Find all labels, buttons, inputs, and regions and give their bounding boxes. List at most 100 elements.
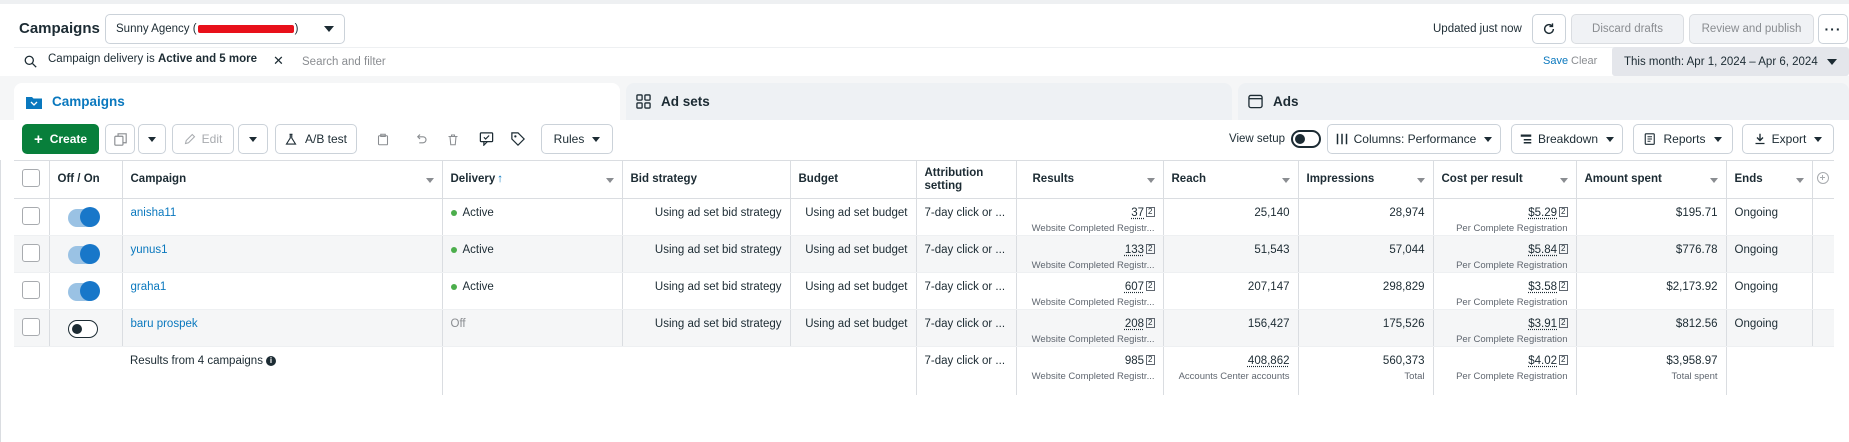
cpr-value[interactable]: $3.91: [1528, 318, 1557, 330]
columns-button[interactable]: Columns: Performance: [1327, 124, 1501, 154]
campaign-name-link[interactable]: baru prospek: [131, 318, 198, 330]
tab-ad-sets[interactable]: Ad sets: [626, 83, 1232, 120]
header-bid-strategy[interactable]: Bid strategy: [622, 160, 791, 199]
more-options-button[interactable]: ···: [1818, 14, 1848, 44]
breakdown-button[interactable]: Breakdown: [1511, 124, 1623, 154]
create-label: Create: [49, 132, 88, 146]
campaign-name-link[interactable]: anisha11: [131, 207, 177, 219]
delete-button[interactable]: [441, 124, 465, 154]
summary-reach-value[interactable]: 408,862: [1248, 355, 1290, 367]
header-impressions[interactable]: Impressions: [1298, 160, 1434, 199]
chevron-down-icon: [324, 26, 334, 32]
results-value[interactable]: 607: [1125, 281, 1144, 293]
search-filter-input[interactable]: [302, 53, 902, 71]
header-reach[interactable]: Reach: [1163, 160, 1299, 199]
bid-strategy-cell: Using ad set bid strategy: [622, 309, 791, 347]
sort-ascending-icon: ↑: [497, 173, 504, 185]
budget-cell: Using ad set budget: [790, 309, 917, 347]
ab-test-button[interactable]: A/B test: [275, 124, 357, 154]
delete-draft-button[interactable]: [371, 124, 395, 154]
filter-chip[interactable]: Campaign delivery is Active and 5 more: [48, 53, 257, 65]
undo-button[interactable]: [409, 124, 433, 154]
duplicate-button[interactable]: [105, 124, 135, 154]
ad-account-selector[interactable]: Sunny Agency ( ): [105, 14, 345, 44]
updated-status: Updated just now: [1433, 23, 1522, 35]
results-value[interactable]: 133: [1125, 244, 1144, 256]
date-range-picker[interactable]: This month: Apr 1, 2024 – Apr 6, 2024: [1612, 47, 1849, 76]
header-campaign[interactable]: Campaign: [122, 160, 443, 199]
header-ends[interactable]: Ends: [1726, 160, 1813, 199]
trash-icon: [448, 133, 458, 145]
summary-cpr-value[interactable]: $4.02: [1528, 355, 1557, 367]
duplicate-dropdown-button[interactable]: [138, 124, 166, 154]
export-button[interactable]: Export: [1742, 124, 1834, 154]
table-row[interactable]: yunus1 Active Using ad set bid strategy …: [14, 235, 1834, 273]
save-filter-link[interactable]: Save: [1543, 55, 1568, 67]
summary-cpr-subtext: Per Complete Registration: [1456, 371, 1568, 382]
chevron-down-icon: [1281, 178, 1290, 183]
columns-label: Columns: Performance: [1353, 132, 1477, 146]
row-toggle-cell: [49, 235, 123, 273]
campaign-name-link[interactable]: graha1: [131, 281, 167, 293]
header-results[interactable]: Results: [1016, 160, 1164, 199]
export-label: Export: [1771, 132, 1807, 146]
chevron-down-icon: [425, 178, 434, 183]
campaign-toggle[interactable]: [67, 207, 100, 227]
campaign-name-link[interactable]: yunus1: [131, 244, 168, 256]
select-all-cell: [14, 160, 50, 199]
header-amount-spent[interactable]: Amount spent: [1576, 160, 1727, 199]
header-budget[interactable]: Budget: [790, 160, 917, 199]
table-body: anisha11 Active Using ad set bid strateg…: [14, 198, 1834, 395]
campaign-toggle[interactable]: [67, 320, 98, 338]
preview-button[interactable]: [473, 124, 499, 154]
add-column-icon[interactable]: [1816, 171, 1829, 184]
rules-label: Rules: [553, 132, 585, 146]
results-value[interactable]: 37: [1131, 207, 1144, 219]
redacted-account-id: [197, 25, 294, 33]
row-checkbox[interactable]: [22, 281, 40, 299]
chevron-down-icon: [1709, 178, 1718, 183]
cpr-value[interactable]: $3.58: [1528, 281, 1557, 293]
refresh-button[interactable]: [1532, 14, 1566, 44]
header-delivery[interactable]: Delivery ↑: [442, 160, 623, 199]
info-icon[interactable]: i: [265, 355, 276, 366]
reports-button[interactable]: Reports: [1633, 124, 1733, 154]
row-toggle-cell: [49, 198, 123, 236]
campaign-name-cell: yunus1: [122, 235, 443, 273]
campaign-toggle[interactable]: [67, 281, 100, 301]
table-row[interactable]: graha1 Active Using ad set bid strategy …: [14, 272, 1834, 310]
tab-ads[interactable]: Ads: [1238, 83, 1849, 120]
view-setup-toggle[interactable]: [1291, 130, 1321, 148]
row-checkbox[interactable]: [22, 207, 40, 225]
ends-cell: Ongoing: [1726, 309, 1813, 347]
review-publish-button[interactable]: Review and publish: [1689, 14, 1814, 44]
create-button[interactable]: + Create: [22, 124, 99, 154]
reach-cell: 207,147: [1163, 272, 1299, 310]
close-icon[interactable]: ✕: [273, 53, 284, 69]
edit-button[interactable]: Edit: [172, 124, 234, 154]
campaign-toggle[interactable]: [67, 244, 100, 264]
discard-drafts-button[interactable]: Discard drafts: [1571, 14, 1684, 44]
cpr-value[interactable]: $5.29: [1528, 207, 1557, 219]
download-icon: [1754, 133, 1766, 145]
clear-filter-link[interactable]: Clear: [1571, 55, 1597, 67]
results-badge: 2: [1146, 244, 1155, 254]
header-off-on[interactable]: Off / On: [49, 160, 123, 199]
header-delivery-label: Delivery: [450, 173, 496, 185]
tag-button[interactable]: [505, 124, 531, 154]
rules-button[interactable]: Rules: [541, 124, 613, 154]
results-value[interactable]: 208: [1125, 318, 1144, 330]
table-row[interactable]: anisha11 Active Using ad set bid strateg…: [14, 198, 1834, 236]
row-checkbox[interactable]: [22, 318, 40, 336]
select-all-checkbox[interactable]: [22, 168, 40, 187]
row-checkbox[interactable]: [22, 244, 40, 262]
tab-campaigns[interactable]: Campaigns: [14, 83, 620, 120]
table-row[interactable]: baru prospek Off Using ad set bid strate…: [14, 309, 1834, 347]
results-cell: 37 2 Website Completed Registr...: [1016, 198, 1164, 236]
header-cost-per-result[interactable]: Cost per result: [1433, 160, 1577, 199]
header-attribution[interactable]: Attribution setting: [916, 160, 1017, 199]
amount-spent-cell: $776.78: [1576, 235, 1727, 273]
cpr-value[interactable]: $5.84: [1528, 244, 1557, 256]
bid-strategy-cell: Using ad set bid strategy: [622, 272, 791, 310]
edit-dropdown-button[interactable]: [238, 124, 268, 154]
